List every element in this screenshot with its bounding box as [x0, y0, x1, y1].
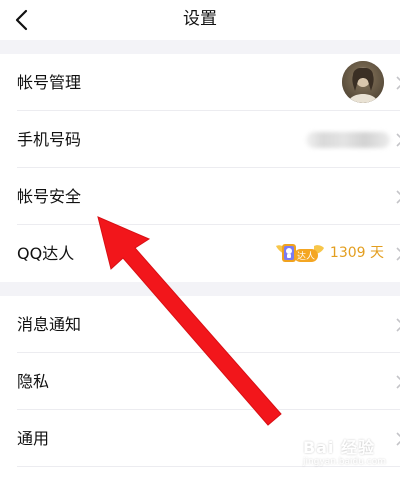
avatar — [342, 61, 384, 103]
nav-bar: 设置 — [0, 0, 400, 40]
chevron-right-icon — [396, 133, 400, 147]
section-gap — [0, 282, 400, 296]
qq-talent-badge-label: 达人 — [297, 250, 315, 262]
chevron-right-icon — [396, 318, 400, 332]
settings-item-phone-number[interactable]: 手机号码 — [0, 111, 400, 168]
settings-item-label: 帐号安全 — [17, 187, 82, 206]
chevron-right-icon — [396, 76, 400, 90]
qq-talent-badge: 达人 1309 天 — [274, 240, 384, 266]
blurred-phone-number — [306, 132, 390, 148]
settings-item-label: 手机号码 — [17, 130, 82, 149]
settings-item-account-security[interactable]: 帐号安全 — [0, 168, 400, 225]
settings-item-label: 通用 — [17, 429, 50, 448]
watermark-main-text: Bai 经验 — [302, 438, 375, 457]
qq-talent-days: 1309 天 — [329, 245, 384, 261]
paw-icon — [278, 443, 298, 463]
chevron-right-icon — [396, 247, 400, 261]
section-gap — [0, 40, 400, 54]
settings-screen: 设置 帐号管理 手机号码 帐号安全 QQ达人 达人 1309 天 消息通知 隐私… — [0, 0, 400, 480]
settings-item-privacy[interactable]: 隐私 — [0, 353, 400, 410]
settings-item-qq-talent[interactable]: QQ达人 达人 1309 天 — [0, 225, 400, 282]
watermark: Bai 经验 jingyan.baidu.com — [275, 439, 386, 468]
settings-item-label: 消息通知 — [17, 315, 82, 334]
settings-item-label: QQ达人 — [17, 244, 75, 263]
settings-item-notifications[interactable]: 消息通知 — [0, 296, 400, 353]
settings-item-label: 帐号管理 — [17, 73, 82, 92]
settings-item-account-management[interactable]: 帐号管理 — [0, 54, 400, 111]
watermark-sub-text: jingyan.baidu.com — [302, 457, 386, 467]
chevron-right-icon — [396, 432, 400, 446]
chevron-right-icon — [396, 375, 400, 389]
page-title: 设置 — [183, 9, 217, 29]
settings-item-label: 隐私 — [17, 372, 50, 391]
chevron-right-icon — [396, 190, 400, 204]
avatar-portrait-icon — [342, 61, 384, 103]
qq-talent-badge-icon: 达人 — [275, 244, 324, 262]
